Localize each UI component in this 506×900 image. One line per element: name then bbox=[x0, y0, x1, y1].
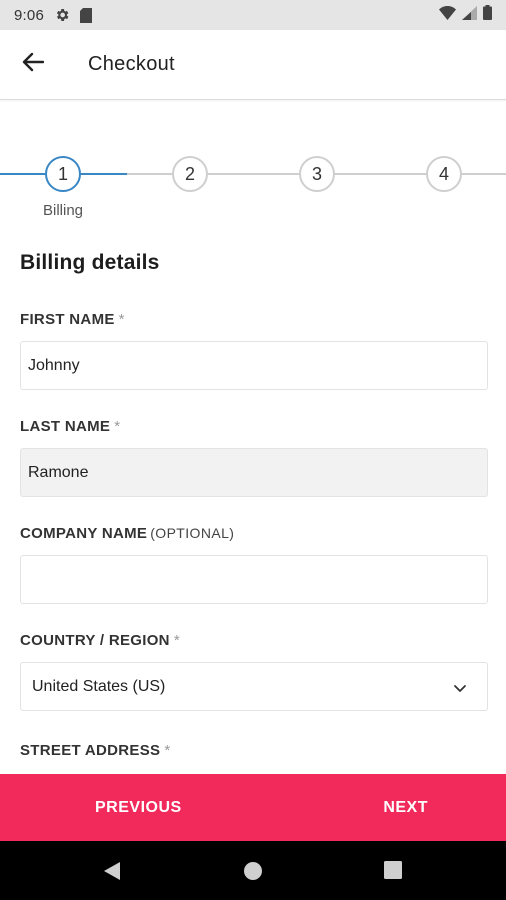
signal-icon bbox=[462, 5, 477, 25]
status-time: 9:06 bbox=[14, 6, 44, 24]
recents-square-icon[interactable] bbox=[384, 861, 402, 879]
section-title: Billing details bbox=[20, 251, 160, 274]
checkout-action-bar: PREVIOUS NEXT bbox=[0, 774, 506, 841]
country-label-text: COUNTRY / REGION bbox=[20, 632, 170, 649]
first-name-label: FIRST NAME * bbox=[20, 311, 125, 328]
required-mark: * bbox=[118, 311, 125, 328]
company-name-label: COMPANY NAME (OPTIONAL) bbox=[20, 525, 234, 542]
country-value: United States (US) bbox=[32, 677, 166, 695]
back-button[interactable] bbox=[16, 48, 50, 82]
optional-text: (OPTIONAL) bbox=[150, 525, 235, 541]
step-3[interactable]: 3 bbox=[299, 156, 335, 192]
country-label: COUNTRY / REGION * bbox=[20, 632, 180, 649]
first-name-field[interactable]: Johnny bbox=[20, 341, 488, 390]
system-nav-bar bbox=[0, 841, 506, 900]
status-bar: 9:06 bbox=[0, 0, 506, 30]
wifi-icon bbox=[439, 5, 456, 25]
last-name-label: LAST NAME * bbox=[20, 418, 120, 435]
chevron-down-icon bbox=[453, 680, 467, 698]
last-name-field[interactable]: Ramone bbox=[20, 448, 488, 497]
settings-gear-icon bbox=[54, 7, 70, 23]
street-address-label-text: STREET ADDRESS bbox=[20, 742, 161, 759]
step-number: 2 bbox=[184, 163, 195, 184]
street-address-label: STREET ADDRESS * bbox=[20, 742, 170, 759]
required-mark: * bbox=[114, 418, 121, 435]
step-4[interactable]: 4 bbox=[426, 156, 462, 192]
required-mark: * bbox=[164, 742, 171, 759]
battery-icon bbox=[483, 5, 492, 25]
home-circle-icon[interactable] bbox=[243, 861, 263, 881]
previous-button[interactable]: PREVIOUS bbox=[95, 774, 182, 841]
step-2[interactable]: 2 bbox=[172, 156, 208, 192]
last-name-value: Ramone bbox=[28, 463, 89, 481]
checkout-stepper: 1 2 3 4 Billing bbox=[0, 150, 506, 220]
back-triangle-icon[interactable] bbox=[102, 861, 122, 881]
first-name-label-text: FIRST NAME bbox=[20, 311, 115, 328]
first-name-value: Johnny bbox=[28, 356, 80, 374]
step-number: 4 bbox=[438, 163, 449, 184]
sd-card-icon bbox=[80, 7, 92, 23]
app-bar: Checkout bbox=[0, 30, 506, 100]
company-name-label-text: COMPANY NAME bbox=[20, 525, 148, 542]
step-1[interactable]: 1 bbox=[45, 156, 81, 192]
country-select[interactable]: United States (US) bbox=[20, 662, 488, 711]
step-number: 3 bbox=[311, 163, 322, 184]
billing-form: Billing details FIRST NAME * Johnny LAST … bbox=[20, 248, 488, 759]
company-name-field[interactable] bbox=[20, 555, 488, 604]
next-button[interactable]: NEXT bbox=[383, 774, 428, 841]
last-name-label-text: LAST NAME bbox=[20, 418, 111, 435]
step-1-label: Billing bbox=[42, 202, 84, 219]
required-mark: * bbox=[173, 632, 180, 649]
page-title: Checkout bbox=[88, 53, 175, 75]
arrow-left-icon bbox=[22, 52, 45, 77]
step-number: 1 bbox=[57, 163, 68, 184]
